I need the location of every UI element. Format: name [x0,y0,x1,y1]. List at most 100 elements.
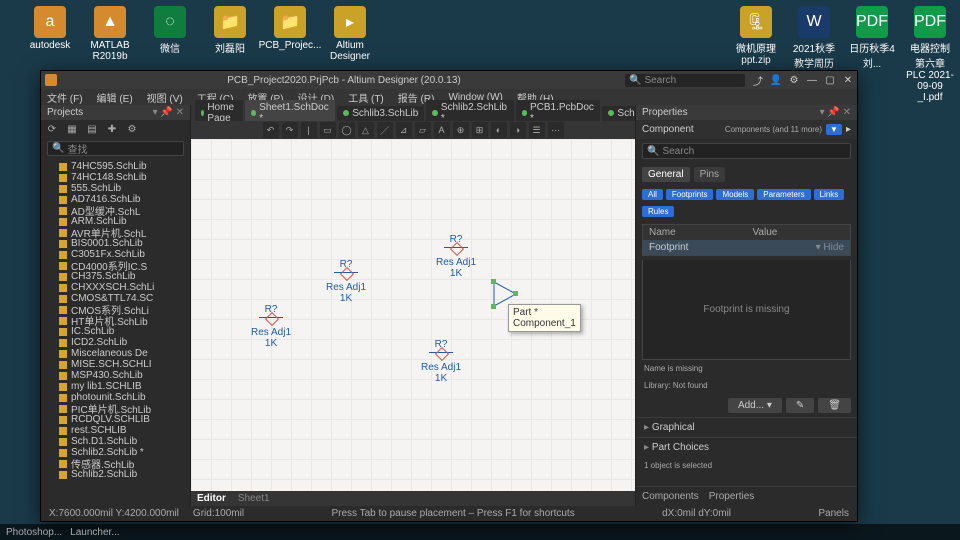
tool-icon-15[interactable]: ⋯ [548,122,564,138]
minimize-button[interactable]: — [807,75,817,85]
footer-properties[interactable]: Properties [709,491,755,502]
footer-components[interactable]: Components [642,491,699,502]
taskbar-item[interactable]: Photoshop... [6,527,62,538]
tree-item[interactable]: my lib1.SCHLIB [41,381,190,392]
tool-icon-13[interactable]: ◑ [510,122,526,138]
schematic-component[interactable]: R?Res Adj11K [421,339,461,384]
add-icon[interactable]: ✚ [105,122,119,136]
menu-item[interactable]: 工具 (T) [348,90,384,105]
tree-item[interactable]: Sch.D1.SchLib [41,436,190,447]
collapse-icon[interactable]: ▤ [85,122,99,136]
schematic-component[interactable]: R?Res Adj11K [436,234,476,279]
close-button[interactable]: ✕ [843,75,853,85]
tab-sheet1[interactable]: Sheet1 [238,493,270,504]
schematic-canvas[interactable]: R?Res Adj11K R?Res Adj11K R?Res Adj11K R?Re… [191,139,635,491]
taskbar-item[interactable]: Launcher... [70,527,119,538]
tool-icon-6[interactable]: ／ [377,122,393,138]
tree-item[interactable]: 74HC148.SchLib [41,172,190,183]
pill-rules[interactable]: Rules [642,206,674,217]
desktop-icon[interactable]: aautodesk [26,6,74,62]
pill-parameters[interactable]: Parameters [757,189,810,200]
pin-icon[interactable]: ▾ 📌 ✕ [153,107,184,118]
windows-taskbar[interactable]: Photoshop... Launcher... [0,524,960,540]
tree-item[interactable]: 74HC595.SchLib [41,161,190,172]
tree-item[interactable]: CD4000系列IC.S [41,260,190,271]
pill-footprints[interactable]: Footprints [666,189,714,200]
expand-icon[interactable]: ▸ [846,124,851,135]
pill-links[interactable]: Links [814,189,845,200]
tree-item[interactable]: C3051Fx.SchLib [41,249,190,260]
tool-icon-1[interactable]: ↷ [282,122,298,138]
delete-button[interactable]: 🗑 [818,398,851,413]
global-search[interactable]: 🔍 Search [625,74,745,87]
desktop-icon[interactable]: ▸Altium Designer [326,6,374,62]
tool-icon-11[interactable]: ⊞ [472,122,488,138]
settings-sm-icon[interactable]: ⚙ [125,122,139,136]
pill-all[interactable]: All [642,189,663,200]
schematic-component[interactable]: R?Res Adj11K [251,304,291,349]
row-footprint[interactable]: Footprint [643,240,747,255]
projects-search[interactable]: 🔍 查找 [47,141,184,156]
edit-button[interactable]: ✎ [786,398,814,413]
section-part-choices[interactable]: Part Choices [636,437,857,457]
tree-item[interactable]: CHXXXSCH.SchLi [41,282,190,293]
document-tab[interactable]: Schlib3.SchLib [337,106,424,121]
tool-icon-12[interactable]: ◐ [491,122,507,138]
maximize-button[interactable]: ▢ [825,75,835,85]
tool-icon-10[interactable]: ⊕ [453,122,469,138]
tree-item[interactable]: photounit.SchLib [41,392,190,403]
refresh-icon[interactable]: ⟳ [45,122,59,136]
desktop-icon[interactable]: ◌微信 [146,6,194,62]
filter-button[interactable]: ▼ [826,124,842,135]
menu-item[interactable]: 文件 (F) [47,90,83,105]
user-icon[interactable]: 👤 [771,75,781,85]
dropdown-icon[interactable]: ▾ [816,242,821,253]
tree-item[interactable]: PIC单片机.SchLib [41,403,190,414]
tree-item[interactable]: RCDQLV.SCHLIB [41,414,190,425]
tool-icon-9[interactable]: A [434,122,450,138]
tree-item[interactable]: AD7416.SchLib [41,194,190,205]
pin-icon[interactable]: ▾ 📌 ✕ [820,107,851,118]
tool-icon-0[interactable]: ↶ [263,122,279,138]
tree-item[interactable]: rest.SCHLIB [41,425,190,436]
tool-icon-4[interactable]: ◯ [339,122,355,138]
add-button[interactable]: Add... ▾ [728,398,782,413]
tool-icon-3[interactable]: ▭ [320,122,336,138]
tree-item[interactable]: Schlib2.SchLib [41,469,190,480]
tool-icon-5[interactable]: △ [358,122,374,138]
tree-item[interactable]: AD型缓冲.SchL [41,205,190,216]
menu-item[interactable]: 视图 (V) [147,90,183,105]
schematic-component[interactable]: R?Res Adj11K [326,259,366,304]
tool-icon-14[interactable]: ☰ [529,122,545,138]
tree-item[interactable]: AVR单片机.SchL [41,227,190,238]
tree-item[interactable]: CH375.SchLib [41,271,190,282]
tree-item[interactable]: Schlib2.SchLib * [41,447,190,458]
desktop-icon[interactable]: ▲MATLAB R2019b [86,6,134,62]
desktop-icon[interactable]: PDF电器控制第六章PLC 2021-09-09 _I.pdf [906,6,954,103]
menu-item[interactable]: 编辑 (E) [97,90,133,105]
properties-search[interactable]: 🔍 Search [642,143,851,159]
tree-item[interactable]: 555.SchLib [41,183,190,194]
panels-button[interactable]: Panels [818,508,849,519]
desktop-icon[interactable]: 📁PCB_Projec... [266,6,314,62]
tree-item[interactable]: MISE.SCH.SCHLI [41,359,190,370]
tool-icon-2[interactable]: | [301,122,317,138]
tree-item[interactable]: ARM.SchLib [41,216,190,227]
tree-item[interactable]: IC.SchLib [41,326,190,337]
tab-pins[interactable]: Pins [694,167,725,182]
tool-icon-8[interactable]: ▱ [415,122,431,138]
desktop-icon[interactable]: 📁刘磊阳 [206,6,254,62]
tree-item[interactable]: BIS0001.SchLib [41,238,190,249]
tab-general[interactable]: General [642,167,690,182]
share-icon[interactable]: ⤴ [753,75,763,85]
hide-label[interactable]: Hide [823,242,844,253]
expand-icon[interactable]: ▦ [65,122,79,136]
tree-item[interactable]: CMOS系列.SchLi [41,304,190,315]
pill-models[interactable]: Models [716,189,754,200]
tree-item[interactable]: ICD2.SchLib [41,337,190,348]
tree-item[interactable]: CMOS&TTL74.SC [41,293,190,304]
section-graphical[interactable]: Graphical [636,417,857,437]
tool-icon-7[interactable]: ⊿ [396,122,412,138]
tree-item[interactable]: MSP430.SchLib [41,370,190,381]
tab-editor[interactable]: Editor [197,493,226,504]
